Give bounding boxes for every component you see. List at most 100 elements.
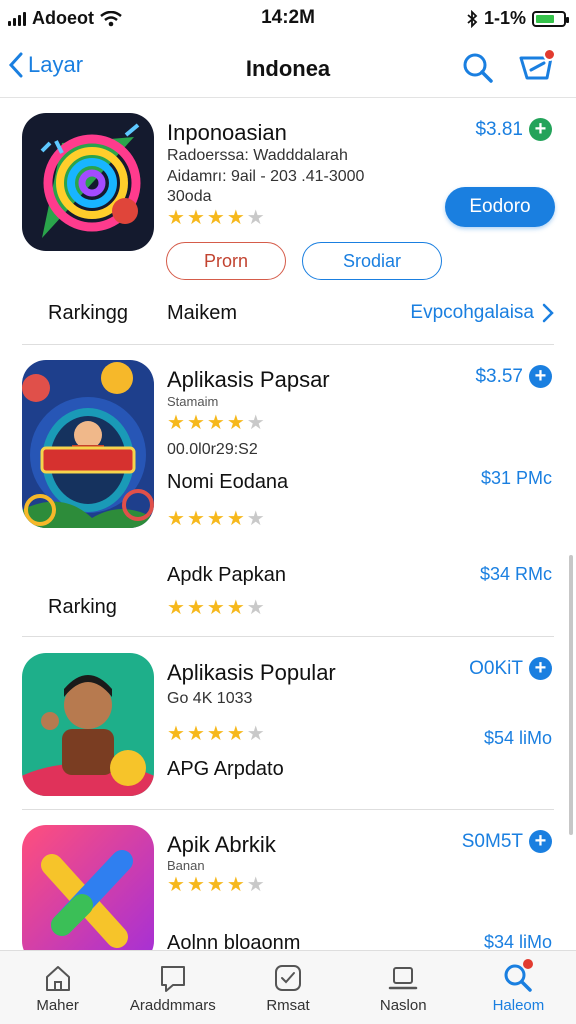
plus-icon: + <box>529 118 552 141</box>
app-meta-1c: 30oda <box>167 188 212 205</box>
price-text: O0KiT <box>469 657 523 679</box>
spiral-app-icon <box>22 113 154 251</box>
star-icon: ★ <box>167 597 185 619</box>
tab-check[interactable]: Rmsat <box>230 951 345 1024</box>
star-icon: ★ <box>226 597 245 619</box>
app-title-3[interactable]: Aplikasis Popular <box>167 660 336 686</box>
star-icon: ★ <box>186 874 205 896</box>
chevron-right-icon <box>542 303 554 323</box>
tab-bar: Maher Araddmmars Rmsat Naslon Haleom <box>0 950 576 1024</box>
app-icon-1[interactable] <box>22 113 154 251</box>
star-icon: ★ <box>206 723 225 745</box>
star-icon: ★ <box>246 597 265 619</box>
ranking-label-2: Rarking <box>48 596 117 618</box>
star-icon: ★ <box>167 207 185 229</box>
app-price-2[interactable]: $3.57 + <box>475 365 552 388</box>
star-icon: ★ <box>226 723 245 745</box>
laptop-icon <box>388 967 418 990</box>
star-icon: ★ <box>226 874 245 896</box>
star-icon: ★ <box>186 412 205 434</box>
book-icon <box>160 966 185 992</box>
status-right: 1-1% <box>466 8 569 29</box>
tab-label: Araddmmars <box>129 997 216 1014</box>
app-meta-2: 00.0l0r29:S2 <box>167 441 258 458</box>
see-more-link[interactable]: Evpcohgalaisa <box>410 302 554 324</box>
app-third-price[interactable]: $34 RMc <box>480 564 552 585</box>
star-icon: ★ <box>186 723 205 745</box>
app-meta-3: Go 4K 1033 <box>167 690 253 707</box>
secondary-button-blue[interactable]: Srodiar <box>302 242 442 280</box>
star-icon: ★ <box>206 508 225 530</box>
search-icon <box>463 53 493 83</box>
star-icon: ★ <box>226 508 245 530</box>
app-subprice-3[interactable]: $54 liMo <box>484 728 552 749</box>
tab-label: Maher <box>36 997 79 1014</box>
app-icon-3[interactable] <box>22 653 154 796</box>
scrollbar[interactable] <box>569 555 573 835</box>
star-rating-2b: ★ ★ ★ ★ ★ <box>167 509 265 529</box>
search-button[interactable] <box>460 50 496 86</box>
app-meta-1b: Aidamrı: 9ail - 203 .41-3000 <box>167 168 365 185</box>
app-price-3[interactable]: O0KiT + <box>469 657 552 680</box>
divider <box>22 344 554 345</box>
bluetooth-icon <box>467 9 478 28</box>
price-text: $3.81 <box>475 118 523 140</box>
price-text: $3.57 <box>475 365 523 387</box>
app-title-4[interactable]: Apik Abrkik <box>167 832 276 858</box>
star-icon: ★ <box>206 412 225 434</box>
app-price-1[interactable]: $3.81 + <box>475 118 552 141</box>
app-subprice-2[interactable]: $31 PMc <box>481 468 552 489</box>
star-icon: ★ <box>167 723 185 745</box>
app-subtitle-3[interactable]: APG Arpdato <box>167 758 284 781</box>
star-icon: ★ <box>246 508 265 530</box>
plus-icon: + <box>529 365 552 388</box>
app-icon-4[interactable] <box>22 825 154 950</box>
app-title-2[interactable]: Aplikasis Papsar <box>167 367 330 393</box>
star-rating-2: ★ ★ ★ ★ ★ <box>167 413 265 433</box>
star-icon: ★ <box>246 723 265 745</box>
app-subprice-4[interactable]: $34 liMo <box>484 932 552 950</box>
tab-home[interactable]: Maher <box>0 951 115 1024</box>
star-icon: ★ <box>246 207 265 229</box>
app-list: Inponoasian Radoerssa: Wadddalarah Aidam… <box>0 100 576 950</box>
check-square-icon <box>275 965 301 991</box>
star-icon: ★ <box>226 412 245 434</box>
ranking-label: Rarkingg <box>48 302 129 324</box>
app-meta-1a: Radoerssa: Wadddalarah <box>167 147 348 164</box>
star-icon: ★ <box>246 412 265 434</box>
star-rating-2c: ★ ★ ★ ★ ★ <box>167 598 265 618</box>
notification-badge <box>543 48 556 61</box>
see-more-text: Evpcohgalaisa <box>410 302 534 323</box>
app-subtitle-2[interactable]: Nomi Eodana <box>167 471 288 494</box>
tab-apps[interactable]: Araddmmars <box>115 951 230 1024</box>
app-sub-4: Banan <box>167 858 205 873</box>
game-character-app-icon <box>22 360 154 528</box>
star-icon: ★ <box>186 207 205 229</box>
tab-laptop[interactable]: Naslon <box>346 951 461 1024</box>
star-rating-1: ★ ★ ★ ★ ★ <box>167 208 265 228</box>
star-icon: ★ <box>226 207 245 229</box>
home-icon <box>45 966 70 991</box>
app-price-4[interactable]: S0M5T + <box>462 830 552 853</box>
notification-badge <box>522 959 533 969</box>
status-bar: Adoeot 14:2M 1-1% <box>0 0 576 36</box>
app-subtitle-4[interactable]: Aolnn bloaonm <box>167 932 300 950</box>
star-icon: ★ <box>206 597 225 619</box>
app-icon-2[interactable] <box>22 360 154 528</box>
star-icon: ★ <box>206 207 225 229</box>
cart-button[interactable] <box>518 48 556 86</box>
navigation-bar: Layar Indonea <box>0 40 576 98</box>
star-icon: ★ <box>246 874 265 896</box>
plus-icon: + <box>529 830 552 853</box>
tab-label: Rmsat <box>266 997 310 1014</box>
get-button-1[interactable]: Eodoro <box>445 187 555 227</box>
battery-percent: 1-1% <box>483 8 526 28</box>
app-third-title[interactable]: Apdk Papkan <box>167 564 286 587</box>
star-icon: ★ <box>167 508 185 530</box>
app-sub-2: Stamaim <box>167 394 219 409</box>
secondary-button-red[interactable]: Prorn <box>166 242 286 280</box>
star-rating-3: ★ ★ ★ ★ ★ <box>167 724 265 744</box>
star-icon: ★ <box>206 874 225 896</box>
app-title-1[interactable]: Inponoasian <box>167 120 287 146</box>
tab-search[interactable]: Haleom <box>461 951 576 1024</box>
